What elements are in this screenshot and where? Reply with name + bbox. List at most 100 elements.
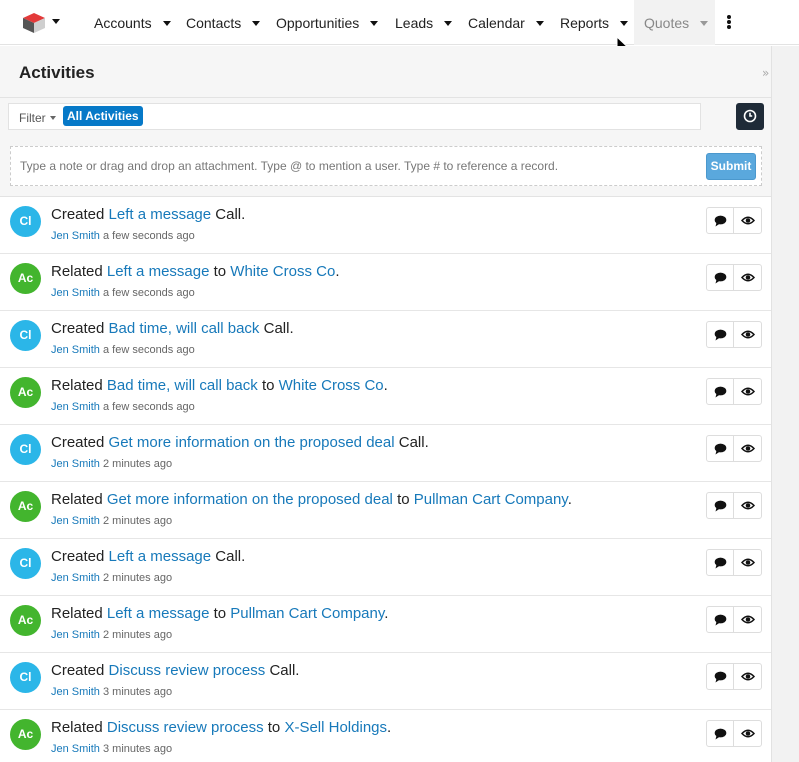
nav-calendar[interactable]: Calendar	[460, 0, 552, 45]
activity-subject-link[interactable]: Discuss review process	[109, 662, 266, 679]
activity-target-link[interactable]: X-Sell Holdings	[284, 719, 387, 736]
nav-contacts[interactable]: Contacts	[178, 0, 268, 45]
kebab-menu-icon[interactable]	[727, 15, 731, 29]
activity-summary: Related Bad time, will call back to Whit…	[51, 377, 388, 394]
activity-time: a few seconds ago	[102, 287, 195, 299]
avatar[interactable]: Ac	[10, 263, 41, 294]
activity-verb: Created	[51, 662, 105, 679]
avatar[interactable]: Ac	[10, 719, 41, 750]
activity-verb: Related	[51, 263, 103, 280]
activity-user-link[interactable]: Jen Smith	[51, 230, 100, 242]
comment-button[interactable]	[707, 379, 734, 404]
avatar[interactable]: Cl	[10, 206, 41, 237]
comment-button[interactable]	[707, 265, 734, 290]
comment-button[interactable]	[707, 436, 734, 461]
chevron-down-icon[interactable]	[700, 20, 709, 26]
preview-button[interactable]	[734, 208, 761, 233]
avatar[interactable]: Ac	[10, 377, 41, 408]
activity-target-link[interactable]: White Cross Co	[279, 377, 384, 394]
avatar[interactable]: Cl	[10, 434, 41, 465]
activity-subject-link[interactable]: Left a message	[109, 548, 212, 565]
activity-suffix: .	[567, 491, 572, 508]
nav-calendar-label: Calendar	[468, 14, 525, 31]
comment-button[interactable]	[707, 208, 734, 233]
activity-user-link[interactable]: Jen Smith	[51, 344, 100, 356]
activity-subject-link[interactable]: Left a message	[107, 263, 210, 280]
chevron-down-icon[interactable]	[252, 20, 261, 26]
avatar[interactable]: Cl	[10, 662, 41, 693]
chevron-down-icon[interactable]	[444, 20, 453, 26]
eye-icon	[741, 501, 755, 510]
activity-verb: Related	[51, 719, 103, 736]
activity-user-link[interactable]: Jen Smith	[51, 287, 100, 299]
note-input[interactable]: Type a note or drag and drop an attachme…	[10, 146, 762, 186]
activity-row: Cl Created Left a message Call. Jen Smith …	[0, 197, 771, 254]
nav-accounts[interactable]: Accounts	[86, 0, 179, 45]
preview-button[interactable]	[734, 493, 761, 518]
preview-button[interactable]	[734, 265, 761, 290]
comment-button[interactable]	[707, 493, 734, 518]
avatar[interactable]: Cl	[10, 320, 41, 351]
filter-caret-icon[interactable]	[50, 116, 56, 120]
comment-button[interactable]	[707, 322, 734, 347]
activity-meta: Jen Smith a few seconds ago	[51, 287, 195, 299]
avatar[interactable]: Ac	[10, 605, 41, 636]
filter-pill-all-activities[interactable]: All Activities	[63, 106, 143, 126]
activity-actions	[706, 378, 762, 405]
nav-reports-label: Reports	[560, 14, 610, 31]
activity-verb: Related	[51, 377, 103, 394]
eye-icon	[741, 330, 755, 339]
preview-button[interactable]	[734, 664, 761, 689]
activity-actions	[706, 264, 762, 291]
history-button[interactable]	[736, 103, 764, 130]
activity-subject-link[interactable]: Bad time, will call back	[107, 377, 258, 394]
nav-leads[interactable]: Leads	[387, 0, 460, 45]
chevron-down-icon[interactable]	[535, 20, 544, 26]
comment-button[interactable]	[707, 607, 734, 632]
chevron-down-icon[interactable]	[370, 20, 379, 26]
activity-target-link[interactable]: Pullman Cart Company	[230, 605, 384, 622]
activity-user-link[interactable]: Jen Smith	[51, 629, 100, 641]
activity-subject-link[interactable]: Bad time, will call back	[109, 320, 260, 337]
comment-button[interactable]	[707, 550, 734, 575]
logo-menu-caret-icon[interactable]	[52, 19, 60, 24]
activity-user-link[interactable]: Jen Smith	[51, 572, 100, 584]
eye-icon	[741, 387, 755, 396]
cube-logo-icon[interactable]	[22, 12, 46, 34]
avatar[interactable]: Ac	[10, 491, 41, 522]
comment-button[interactable]	[707, 664, 734, 689]
preview-button[interactable]	[734, 322, 761, 347]
preview-button[interactable]	[734, 436, 761, 461]
activity-subject-link[interactable]: Left a message	[109, 206, 212, 223]
activity-target-link[interactable]: White Cross Co	[230, 263, 335, 280]
activity-subject-link[interactable]: Discuss review process	[107, 719, 264, 736]
nav-quotes[interactable]: Quotes	[634, 0, 715, 45]
activity-time: a few seconds ago	[102, 230, 195, 242]
activity-user-link[interactable]: Jen Smith	[51, 743, 100, 755]
eye-icon	[741, 216, 755, 225]
preview-button[interactable]	[734, 607, 761, 632]
comment-button[interactable]	[707, 721, 734, 746]
activity-user-link[interactable]: Jen Smith	[51, 686, 100, 698]
filter-dropdown-label[interactable]: Filter	[19, 111, 46, 125]
preview-button[interactable]	[734, 550, 761, 575]
avatar[interactable]: Cl	[10, 548, 41, 579]
chevron-down-icon[interactable]	[620, 20, 629, 26]
nav-opportunities[interactable]: Opportunities	[268, 0, 386, 45]
filter-input[interactable]: Filter All Activities	[8, 103, 701, 130]
activity-user-link[interactable]: Jen Smith	[51, 401, 100, 413]
activity-subject-link[interactable]: Get more information on the proposed dea…	[107, 491, 393, 508]
double-chevron-right-icon[interactable]: »	[762, 66, 769, 80]
preview-button[interactable]	[734, 721, 761, 746]
activity-subject-link[interactable]: Get more information on the proposed dea…	[109, 434, 395, 451]
note-composer: Type a note or drag and drop an attachme…	[0, 136, 771, 197]
activity-target-link[interactable]: Pullman Cart Company	[414, 491, 568, 508]
submit-button[interactable]: Submit	[706, 153, 756, 180]
activity-row: Ac Related Left a message to White Cross …	[0, 254, 771, 311]
activity-user-link[interactable]: Jen Smith	[51, 458, 100, 470]
activity-user-link[interactable]: Jen Smith	[51, 515, 100, 527]
chevron-down-icon[interactable]	[162, 20, 171, 26]
preview-button[interactable]	[734, 379, 761, 404]
activity-subject-link[interactable]: Left a message	[107, 605, 210, 622]
nav-quotes-label: Quotes	[644, 14, 690, 31]
